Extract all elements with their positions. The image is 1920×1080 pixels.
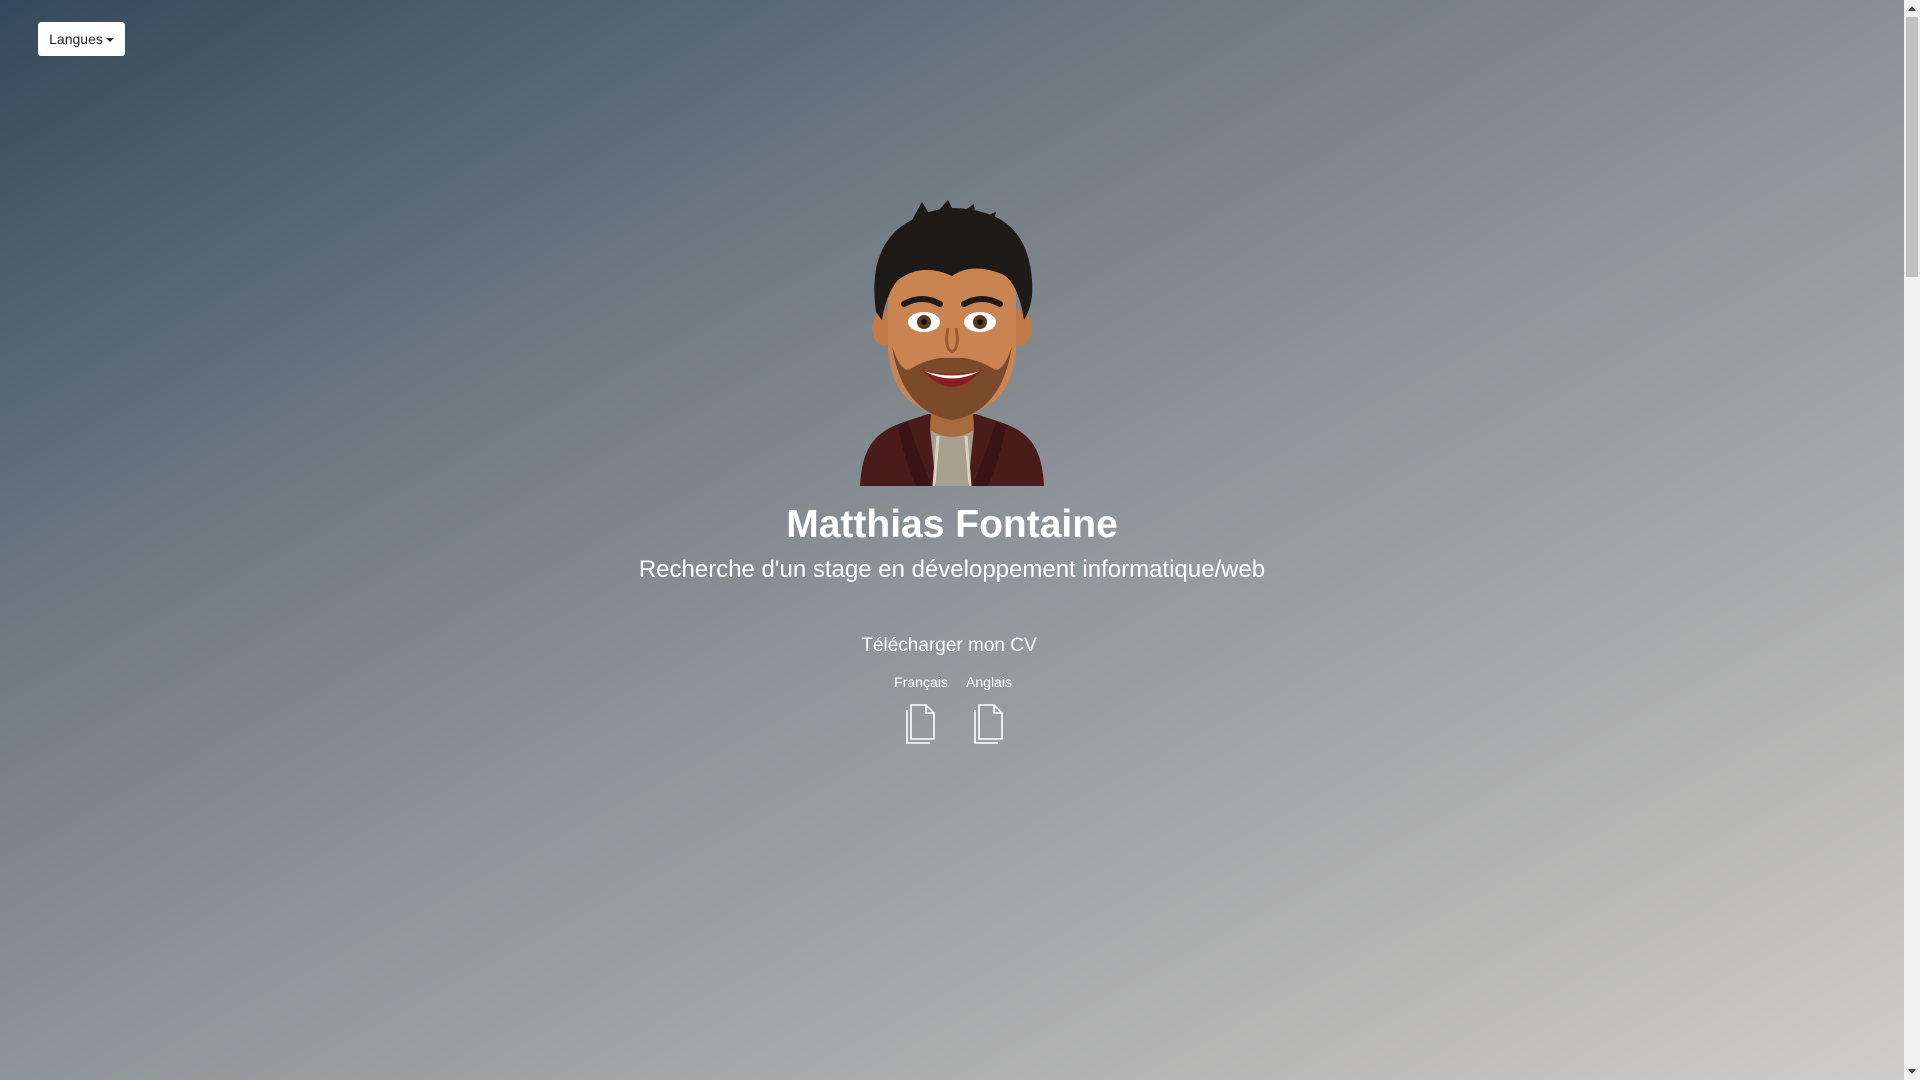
profile-name: Matthias Fontaine [786,503,1118,546]
vertical-scrollbar[interactable] [1904,0,1920,1080]
document-icon[interactable] [906,704,936,744]
cv-english-label: Anglais [966,674,1012,690]
scroll-down-icon[interactable] [1904,1063,1920,1080]
language-dropdown-label: Langues [49,31,103,47]
profile-subtitle: Recherche d'un stage en développement in… [638,556,1266,583]
cv-download-title: Télécharger mon CV [861,635,1037,656]
scrollbar-thumb[interactable] [1906,17,1918,277]
page-background: Langues Matthias Fontaine Recherche d'un… [0,0,1904,1080]
document-icon[interactable] [974,704,1004,744]
cv-french-link[interactable]: Français [890,674,952,744]
language-dropdown-button[interactable]: Langues [38,22,125,56]
cv-french-label: Français [894,674,948,690]
cv-english-link[interactable]: Anglais [958,674,1020,744]
avatar [860,200,1044,486]
caret-down-icon [105,38,114,42]
cv-download-links: Français Anglais [890,674,1020,744]
scroll-up-icon[interactable] [1904,0,1920,17]
